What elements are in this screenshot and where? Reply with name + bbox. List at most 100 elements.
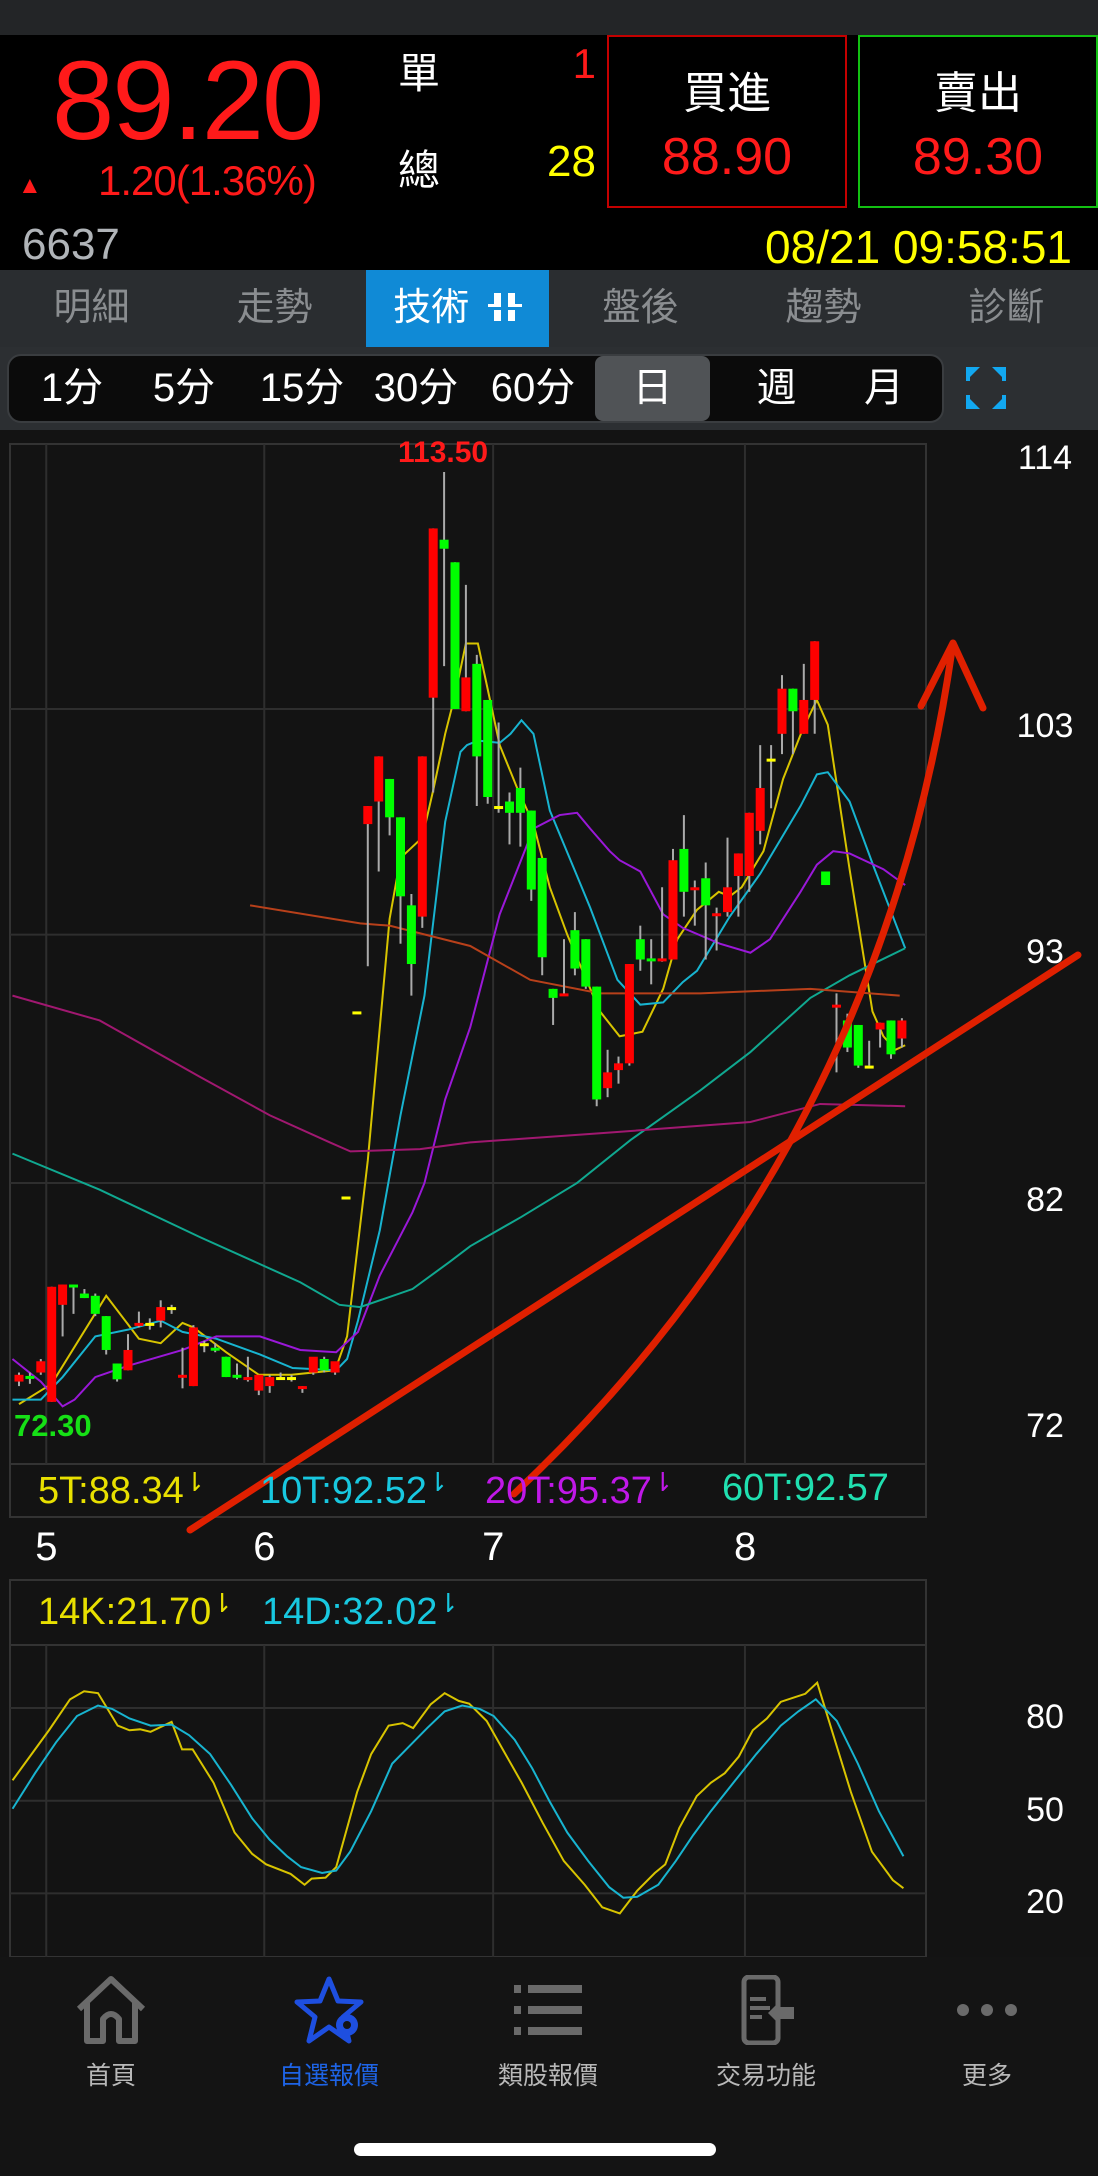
candle-body	[777, 688, 787, 734]
candle-body	[723, 887, 732, 913]
nav-label: 自選報價	[278, 2062, 379, 2090]
candle-body	[101, 1316, 111, 1350]
period-week[interactable]: 週	[719, 356, 834, 421]
trend-down-icon: ⇂	[437, 1588, 460, 1618]
period-15min[interactable]: 15分	[247, 356, 357, 421]
candle-body	[210, 1347, 220, 1351]
month-axis-label: 6	[253, 1525, 276, 1569]
buy-label: 買進	[683, 69, 771, 118]
candle-body	[461, 677, 471, 712]
candle-body	[581, 939, 591, 987]
candle-body	[265, 1377, 275, 1387]
month-axis-label: 5	[35, 1525, 58, 1569]
kd-axis-label: 50	[1026, 1790, 1064, 1829]
period-day[interactable]: 日	[595, 356, 710, 421]
nav-watchlist[interactable]: 自選報價	[249, 1975, 409, 2092]
legend-d: 14D:32.02⇂	[262, 1588, 459, 1634]
list-icon	[514, 1985, 582, 2035]
fullscreen-icon[interactable]	[966, 367, 1006, 409]
candle-body	[799, 699, 809, 734]
legend-ma5: 5T:88.34⇂	[38, 1467, 206, 1513]
candle-body	[875, 1022, 885, 1030]
candle-body	[450, 562, 460, 709]
nav-more[interactable]: 更多	[907, 1975, 1067, 2092]
candle-body	[788, 688, 798, 712]
candle-body	[668, 860, 678, 960]
sell-button[interactable]: 賣出 89.30	[858, 35, 1098, 208]
nav-label: 交易功能	[715, 2062, 816, 2090]
candle-body	[821, 871, 831, 886]
candle-body	[363, 806, 373, 825]
legend-text: 10T:92.52	[260, 1470, 427, 1512]
tab-label: 明細	[53, 287, 130, 329]
period-5min[interactable]: 5分	[129, 356, 239, 421]
candle-body	[308, 1356, 318, 1373]
tab-label: 走勢	[236, 287, 313, 329]
candle-body	[406, 905, 416, 965]
quote-tabs: 明細 走勢 技術 盤後 趨勢 診斷	[0, 270, 1098, 347]
ma-line-5T	[18, 642, 906, 1405]
price-change: 1.20(1.36%)	[98, 157, 317, 204]
candle-body	[243, 1377, 253, 1381]
stock-code: 6637	[22, 220, 120, 269]
nav-sector-quotes[interactable]: 類股報價	[468, 1975, 628, 2092]
candle-body	[330, 1361, 340, 1373]
month-axis-label: 7	[482, 1525, 505, 1569]
tab-technical[interactable]: 技術	[366, 270, 549, 347]
candle-body	[755, 787, 765, 831]
sell-label: 賣出	[934, 69, 1022, 118]
tab-detail[interactable]: 明細	[0, 270, 183, 347]
tab-label: 診斷	[968, 287, 1045, 329]
period-30min[interactable]: 30分	[361, 356, 471, 421]
price-axis-label: 114	[1017, 438, 1073, 477]
month-axis-label: 8	[733, 1525, 757, 1569]
candle-body	[853, 1024, 863, 1066]
trend-down-icon: ⇂	[651, 1467, 674, 1497]
buy-button[interactable]: 買進 88.90	[607, 35, 847, 208]
legend-text: 14K:21.70	[38, 1591, 212, 1633]
candle-body	[515, 787, 525, 813]
nav-home[interactable]: 首頁	[31, 1975, 191, 2092]
candle-body	[592, 986, 602, 1100]
candle-body	[494, 806, 504, 810]
up-arrow-icon: ▲	[18, 172, 42, 199]
candle-body	[886, 1020, 896, 1055]
candle-body	[47, 1286, 57, 1402]
candle-body	[483, 699, 493, 798]
candle-body	[548, 988, 558, 998]
candle-body	[624, 964, 634, 1064]
tab-trend[interactable]: 走勢	[183, 270, 366, 347]
candle-body	[385, 778, 395, 818]
period-selector: 1分 5分 15分 30分 60分 日 週 月	[0, 347, 1098, 430]
ma-line-60T	[12, 947, 906, 1309]
period-60min[interactable]: 60分	[478, 356, 588, 421]
candle-body	[701, 878, 711, 906]
tab-after-hours[interactable]: 盤後	[549, 270, 732, 347]
candle-body	[319, 1359, 329, 1371]
candle-body	[657, 958, 667, 962]
candle-body	[537, 857, 547, 958]
candle-body	[221, 1356, 231, 1378]
candle-body	[341, 1196, 351, 1200]
low-price-label: 72.30	[14, 1408, 92, 1443]
single-volume-label: 單	[398, 50, 441, 97]
home-icon	[76, 1976, 146, 2044]
technical-chart[interactable]	[0, 430, 1098, 1957]
home-indicator[interactable]	[354, 2143, 716, 2156]
trend-down-icon: ⇂	[426, 1467, 449, 1497]
tab-tendency[interactable]: 趨勢	[732, 270, 915, 347]
single-volume-value: 1	[572, 40, 596, 87]
period-1min[interactable]: 1分	[17, 356, 127, 421]
candle-body	[690, 887, 700, 891]
hand-drawn-annotations	[186, 639, 1082, 1534]
candle-body	[25, 1375, 35, 1379]
more-icon	[957, 2004, 1017, 2016]
period-month[interactable]: 月	[834, 356, 934, 421]
nav-trading[interactable]: 交易功能	[686, 1974, 846, 2092]
curved-arrow-annotation	[510, 646, 956, 1498]
tab-diagnosis[interactable]: 診斷	[915, 270, 1098, 347]
trendline-annotation	[186, 951, 1082, 1534]
candle-body	[417, 756, 427, 917]
candle-body	[178, 1374, 187, 1378]
nav-label: 更多	[961, 2062, 1012, 2090]
